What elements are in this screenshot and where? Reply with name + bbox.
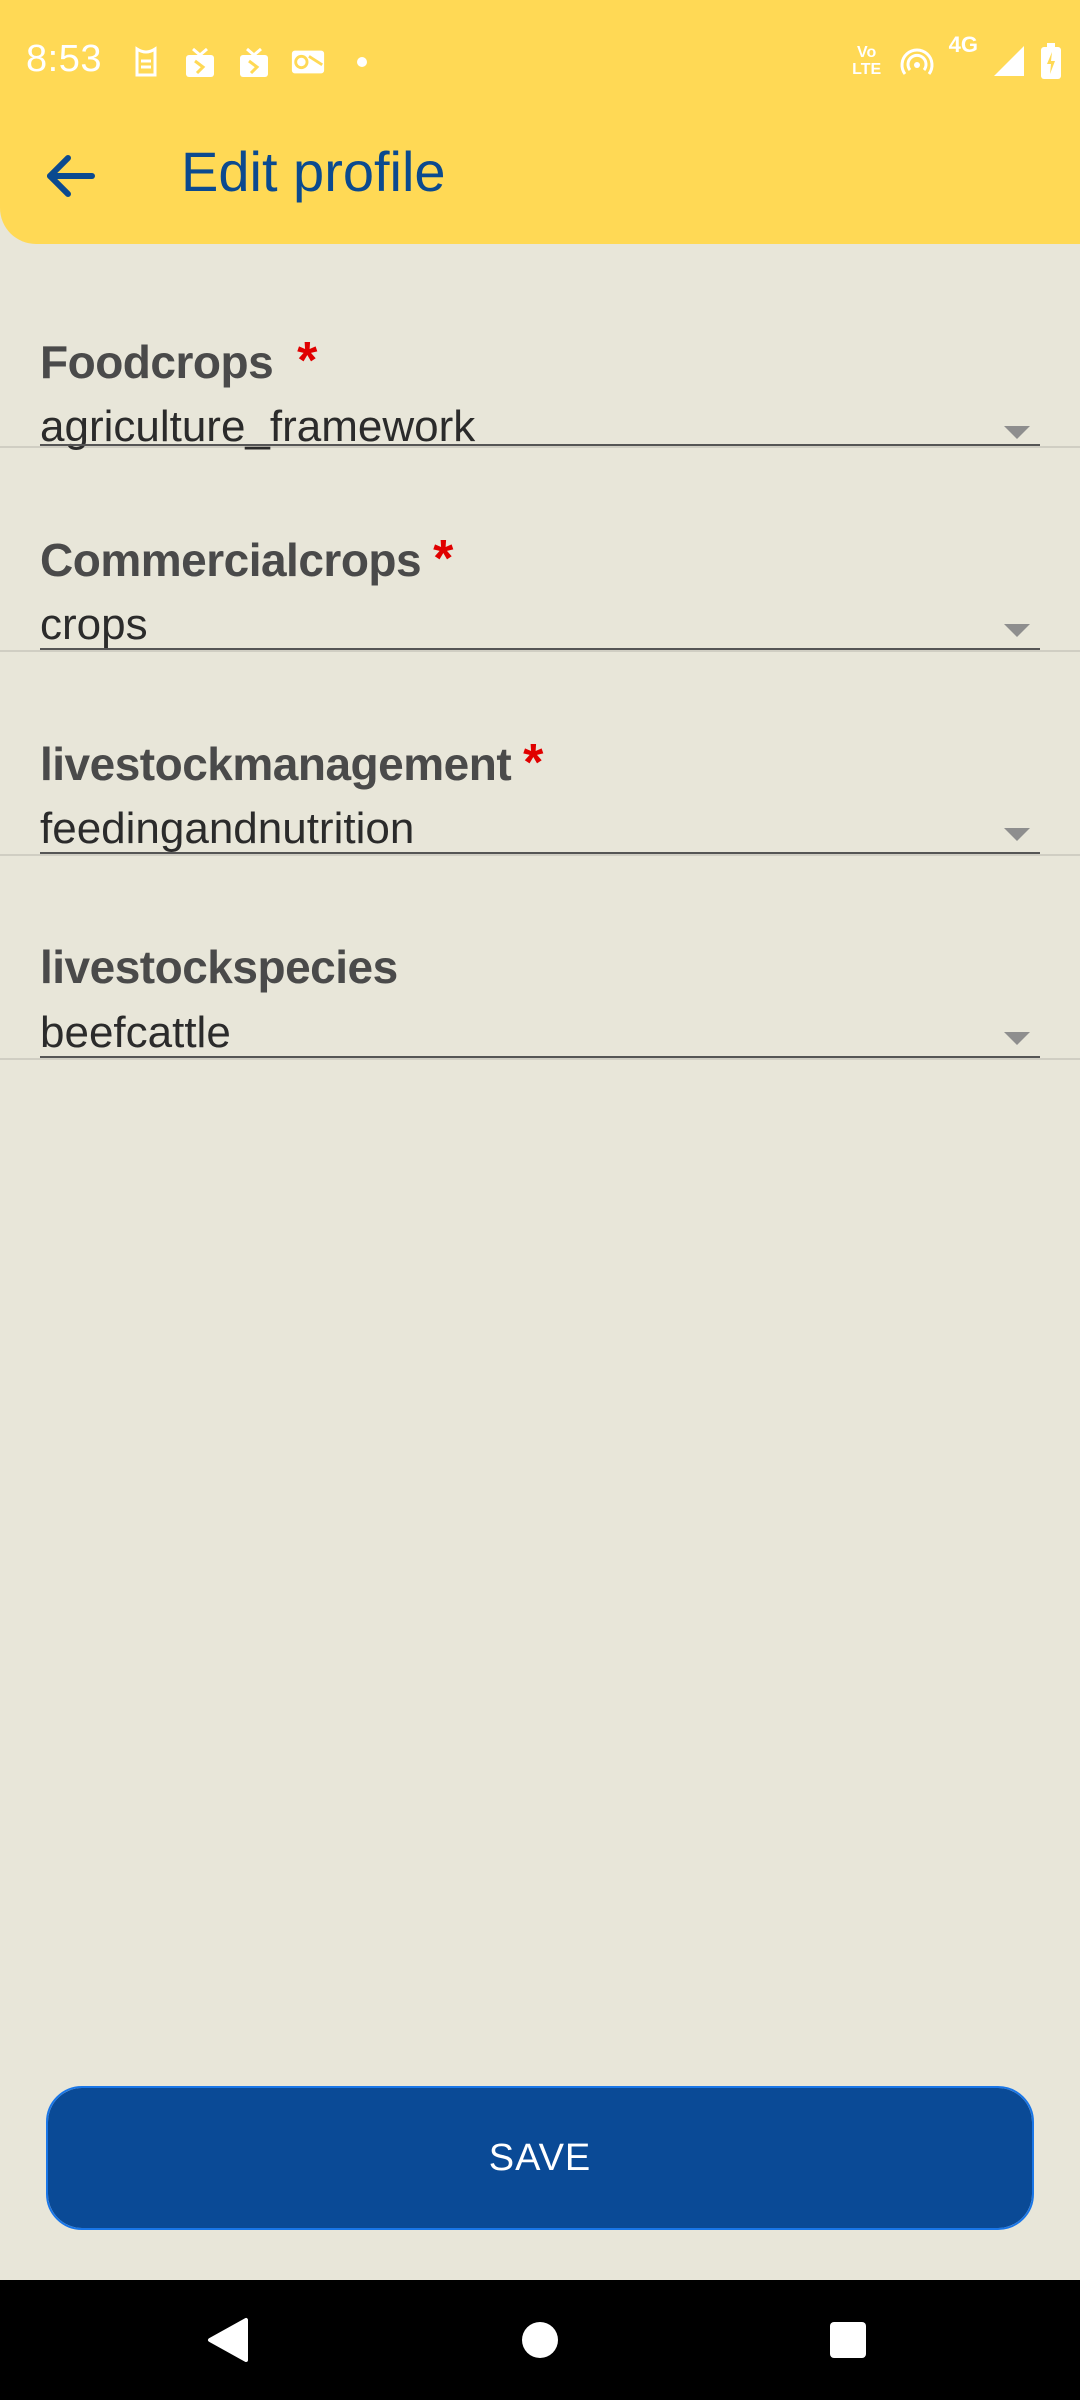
signal-icon [992, 42, 1026, 80]
field-label: livestockspecies [40, 942, 398, 992]
livestockspecies-value: beefcattle [40, 1008, 231, 1057]
hotspot-icon [899, 42, 935, 80]
livestockmanagement-value: feedingandnutrition [40, 804, 415, 853]
field-label: Foodcrops * [40, 335, 317, 388]
commercialcrops-field[interactable]: Commercialcrops * crops [0, 448, 1080, 652]
livestockspecies-field[interactable]: livestockspecies beefcattle [0, 856, 1080, 1060]
outlook-icon [290, 44, 326, 80]
commercialcrops-label: Commercialcrops [40, 534, 422, 586]
dropdown-arrow-icon[interactable] [1004, 426, 1030, 439]
status-bar: 8:53 Vo LTE 4G [0, 0, 1080, 126]
nav-back-button[interactable] [200, 2312, 256, 2368]
profile-form: Foodcrops * agriculture_framework Commerc… [0, 244, 1080, 1060]
system-nav-bar [0, 2280, 1080, 2400]
status-time: 8:53 [26, 38, 102, 80]
required-marker: * [433, 530, 453, 588]
arrow-back-icon [47, 155, 95, 197]
recents-square-icon [830, 2322, 866, 2358]
field-underline [40, 1056, 1040, 1058]
livestockmanagement-label: livestockmanagement [40, 738, 512, 790]
gift-icon [236, 44, 272, 80]
save-button[interactable]: SAVE [46, 2086, 1034, 2230]
foodcrops-field[interactable]: Foodcrops * agriculture_framework [0, 244, 1080, 451]
livestockspecies-label: livestockspecies [40, 941, 398, 993]
4g-icon: 4G [949, 34, 978, 80]
field-label: livestockmanagement * [40, 737, 543, 790]
field-underline [40, 648, 1040, 650]
nav-recents-button[interactable] [820, 2312, 876, 2368]
volte-icon: Vo LTE [849, 42, 885, 80]
nav-home-button[interactable] [512, 2312, 568, 2368]
dropdown-arrow-icon[interactable] [1004, 624, 1030, 637]
gift-icon [182, 44, 218, 80]
back-button[interactable] [30, 136, 110, 216]
page-title: Edit profile [181, 140, 446, 203]
system-icons: Vo LTE 4G [835, 34, 1062, 80]
battery-icon [1040, 42, 1062, 80]
app-bar: 8:53 Vo LTE 4G Edit profile [0, 0, 1080, 244]
cat-notification-icon [128, 44, 164, 80]
network-type-text: 4G [948, 32, 978, 57]
field-underline [40, 444, 1040, 446]
dropdown-arrow-icon[interactable] [1004, 1032, 1030, 1045]
screen: 8:53 Vo LTE 4G Edit profile Foodcrops * … [0, 0, 1080, 2400]
dropdown-arrow-icon[interactable] [1004, 828, 1030, 841]
notification-icons [128, 44, 398, 80]
required-marker: * [523, 734, 543, 792]
commercialcrops-value: crops [40, 600, 148, 649]
field-underline [40, 852, 1040, 854]
volte-text: Vo LTE [852, 44, 882, 78]
dot-icon [344, 44, 380, 80]
field-label: Commercialcrops * [40, 533, 453, 586]
back-triangle-icon [208, 2318, 248, 2362]
required-marker: * [297, 332, 317, 390]
home-circle-icon [522, 2322, 558, 2358]
foodcrops-label: Foodcrops [40, 336, 274, 388]
livestockmanagement-field[interactable]: livestockmanagement * feedingandnutrition [0, 652, 1080, 856]
